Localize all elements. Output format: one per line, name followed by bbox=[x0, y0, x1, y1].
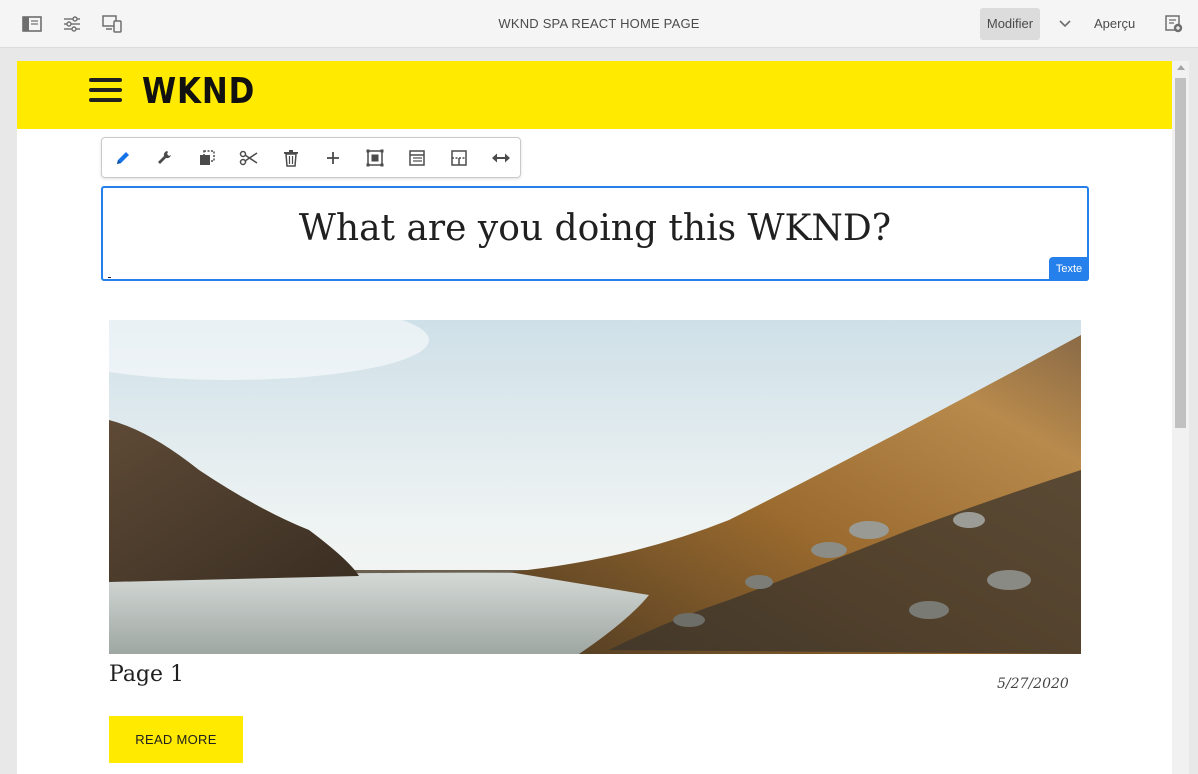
teaser-title[interactable]: Page 1 bbox=[109, 662, 184, 687]
configure-wrench-icon[interactable] bbox=[153, 146, 177, 170]
mode-chevron-icon[interactable] bbox=[1053, 12, 1077, 36]
group-select-icon[interactable] bbox=[363, 146, 387, 170]
text-cursor bbox=[108, 277, 111, 278]
scrollbar-thumb[interactable] bbox=[1175, 78, 1186, 428]
copy-icon[interactable] bbox=[195, 146, 219, 170]
selected-text-component[interactable]: What are you doing this WKND? Texte bbox=[101, 186, 1089, 281]
page-headline[interactable]: What are you doing this WKND? bbox=[103, 208, 1087, 249]
component-type-badge: Texte bbox=[1049, 257, 1089, 281]
delete-trash-icon[interactable] bbox=[279, 146, 303, 170]
layout-container-icon[interactable] bbox=[447, 146, 471, 170]
parent-list-icon[interactable] bbox=[405, 146, 429, 170]
site-header: WKND bbox=[17, 61, 1172, 129]
edit-pencil-icon[interactable] bbox=[111, 146, 135, 170]
page-frame: WKND What are you doing this WKND? Texte… bbox=[17, 61, 1189, 774]
page-info-icon[interactable] bbox=[1162, 12, 1186, 36]
component-toolbar bbox=[101, 137, 521, 178]
cut-scissors-icon[interactable] bbox=[237, 146, 261, 170]
teaser-image[interactable] bbox=[109, 320, 1081, 654]
insert-plus-icon[interactable] bbox=[321, 146, 345, 170]
teaser-date: 5/27/2020 bbox=[997, 676, 1069, 692]
resize-arrows-icon[interactable] bbox=[489, 146, 513, 170]
landscape-image bbox=[109, 320, 1081, 654]
read-more-button[interactable]: READ MORE bbox=[109, 716, 243, 763]
mode-selector-button[interactable]: Modifier bbox=[980, 8, 1040, 40]
hamburger-menu-icon[interactable] bbox=[89, 78, 122, 102]
editor-topbar: WKND SPA REACT HOME PAGE Modifier Aperçu bbox=[0, 0, 1198, 48]
site-logo[interactable]: WKND bbox=[142, 71, 255, 112]
preview-button[interactable]: Aperçu bbox=[1094, 16, 1135, 31]
scroll-up-arrow-icon[interactable] bbox=[1177, 65, 1185, 70]
